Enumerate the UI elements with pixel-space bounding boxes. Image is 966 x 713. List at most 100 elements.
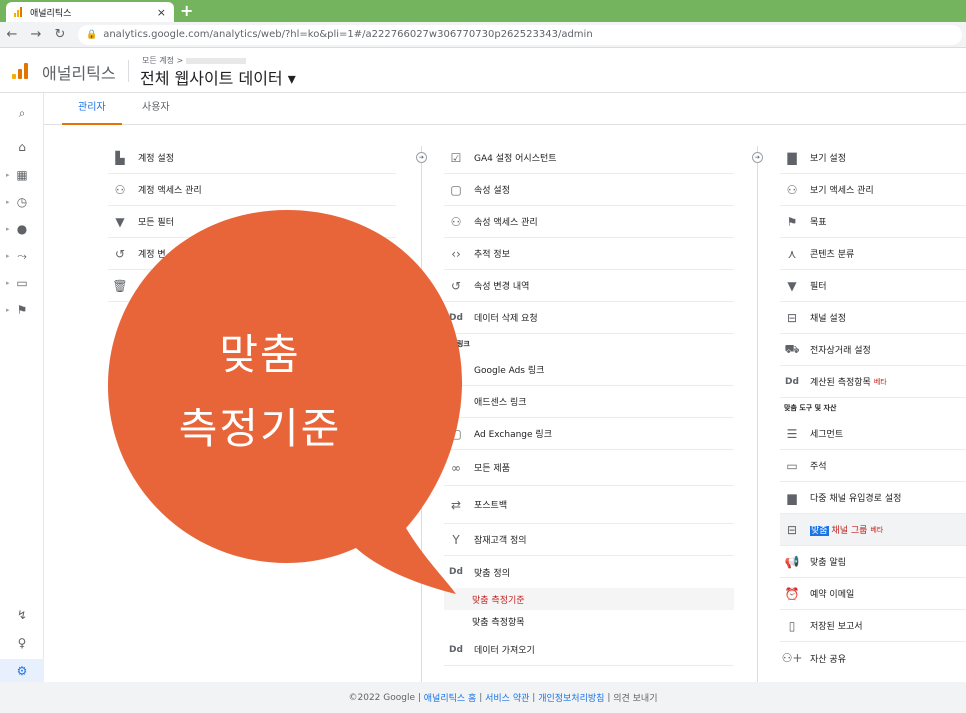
privacy-link[interactable]: 개인정보처리방침 [538, 691, 604, 704]
data-import-item[interactable]: Dd 데이터 가져오기 [444, 634, 734, 666]
share-assets-item[interactable]: ⚇+ 자산 공유 [780, 642, 966, 674]
column-arrow-icon[interactable]: ➔ [416, 152, 427, 163]
building-icon: ▙ [115, 150, 125, 165]
content-grouping-item[interactable]: ⋏ 콘텐츠 분류 [780, 238, 966, 270]
saved-reports-item[interactable]: ▯ 저장된 보고서 [780, 610, 966, 642]
grouping-icon: ⋏ [787, 246, 797, 261]
header-divider [128, 60, 129, 82]
admin-tabs: 관리자 사용자 [44, 93, 966, 125]
adsense-link-item[interactable]: ▤애드센스 링크 [444, 386, 734, 418]
people-icon: ⚇ [114, 182, 126, 197]
address-bar: ← → ↻ 🔒 analytics.google.com/analytics/w… [0, 22, 966, 48]
segments-item[interactable]: ☰ 세그먼트 [780, 418, 966, 450]
view-column: ▇ 보기 설정 ⚇ 보기 액세스 관리 ⚑ 목표 ⋏ 콘텐츠 분류 ▼ 필터 ⊟ 채널 설정… [780, 142, 966, 674]
property-column: ☑ GA4 설정 어시스턴트 ▢ 속성 설정 ⚇ 속성 액세스 관리 ‹› 추적 정보 … [444, 142, 734, 666]
admin-gear-icon[interactable]: ⚙ [0, 659, 44, 683]
conversions-flag-icon[interactable]: ▸ ⚑ [0, 298, 44, 322]
property-selector[interactable]: 전체 웹사이트 데이터 ▾ [140, 65, 296, 89]
custom-metrics-item[interactable]: 맞춤 측정항목 [444, 610, 734, 632]
column-divider: ➔ [752, 146, 763, 682]
all-products-item[interactable]: ∞ 모든 제품 [444, 450, 734, 486]
analytics-home-link[interactable]: 애널리틱스 홈 [424, 691, 477, 704]
property-settings-item[interactable]: ▢ 속성 설정 [444, 174, 734, 206]
browser-tab[interactable]: 애널리틱스 × [6, 2, 174, 22]
ga4-assistant-item[interactable]: ☑ GA4 설정 어시스턴트 [444, 142, 734, 174]
app-name: 애널리틱스 [42, 64, 116, 83]
copyright: ©2022 Google | [348, 692, 421, 703]
dd-icon: Dd [785, 376, 799, 387]
forward-icon[interactable]: → [24, 27, 48, 42]
ecommerce-settings-item[interactable]: ⛟ 전자상거래 설정 [780, 334, 966, 366]
tab-admin[interactable]: 관리자 [62, 93, 122, 125]
dd-icon: Dd [449, 644, 463, 655]
calculated-metrics-item[interactable]: Dd 계산된 측정항목 베타 [780, 366, 966, 398]
audience-person-icon[interactable]: ▸ ● [0, 217, 44, 241]
mcf-settings-item[interactable]: ▆ 다중 채널 유입경로 설정 [780, 482, 966, 514]
google-ads-link-item[interactable]: ▤Google Ads 링크 [444, 354, 734, 386]
custom-dimensions-item[interactable]: 맞춤 측정기준 [444, 588, 734, 610]
annotations-item[interactable]: ▭ 주석 [780, 450, 966, 482]
overlay-line2: 측정기준 [178, 404, 342, 453]
feedback-link[interactable]: 의견 보내기 [613, 691, 657, 704]
analytics-favicon-icon [14, 7, 24, 17]
realtime-icon[interactable]: ▸ ◷ [0, 190, 44, 214]
filters-item[interactable]: ▼ 필터 [780, 270, 966, 302]
blurred-account-name [186, 57, 247, 64]
tab-users[interactable]: 사용자 [126, 93, 186, 125]
postback-item[interactable]: ⇄ 포스트백 [444, 486, 734, 524]
app-header: 애널리틱스 모든 계정 > 전체 웹사이트 데이터 ▾ [0, 48, 966, 93]
report-icon: ▯ [788, 618, 796, 633]
footer: ©2022 Google | 애널리틱스 홈 | 서비스 약관 | 개인정보처리… [0, 682, 966, 713]
people-icon: ⚇ [786, 182, 798, 197]
home-icon[interactable]: ⌂ [0, 135, 44, 159]
url-input[interactable]: 🔒 analytics.google.com/analytics/web/?hl… [78, 24, 962, 45]
attribution-icon[interactable]: ↯ [0, 603, 44, 627]
custom-definitions-item[interactable]: Dd 맞춤 정의 [444, 556, 734, 588]
property-access-item[interactable]: ⚇ 속성 액세스 관리 [444, 206, 734, 238]
filter-icon: ▼ [787, 278, 797, 293]
product-linking-label: 품 링크 [448, 340, 470, 348]
behavior-icon[interactable]: ▸ ▭ [0, 271, 44, 295]
beta-badge: 베타 [873, 377, 887, 386]
audience-definitions-item[interactable]: Y 잠재고객 정의 [444, 524, 734, 556]
customization-icon[interactable]: ▸ ▦ [0, 163, 44, 187]
account-settings-item[interactable]: ▙ 계정 설정 [108, 142, 396, 174]
clock-icon: ⏰ [784, 586, 800, 601]
account-access-item[interactable]: ⚇ 계정 액세스 관리 [108, 174, 396, 206]
scheduled-emails-item[interactable]: ⏰ 예약 이메일 [780, 578, 966, 610]
tracking-info-item[interactable]: ‹› 추적 정보 [444, 238, 734, 270]
lock-icon: 🔒 [86, 29, 98, 40]
data-deletion-item[interactable]: Dd 데이터 삭제 요청 [444, 302, 734, 334]
left-nav-rail: ⌕ ⌂ ▸▦ ▸◷ ▸● ▸⤳ ▸▭ ▸⚑ ↯ ♀ ⚙ › [0, 93, 44, 713]
adx-link-item[interactable]: ▢ Ad Exchange 링크 [444, 418, 734, 450]
view-access-item[interactable]: ⚇ 보기 액세스 관리 [780, 174, 966, 206]
chart-icon: ▆ [787, 490, 797, 505]
person-add-icon: ⚇+ [781, 651, 803, 665]
channel-icon: ⊟ [786, 522, 798, 537]
flag-icon: ⚑ [786, 214, 798, 229]
beta-badge: 베타 [870, 525, 884, 534]
search-icon[interactable]: ⌕ [0, 101, 44, 125]
channel-icon: ⊟ [786, 310, 798, 325]
column-arrow-icon[interactable]: ➔ [752, 152, 763, 163]
channel-settings-item[interactable]: ⊟ 채널 설정 [780, 302, 966, 334]
terms-link[interactable]: 서비스 약관 [485, 691, 529, 704]
window-icon: ▢ [450, 182, 462, 197]
analytics-logo-icon[interactable] [12, 63, 30, 79]
discover-bulb-icon[interactable]: ♀ [0, 631, 44, 655]
cart-icon: ⛟ [784, 341, 800, 356]
acquisition-icon[interactable]: ▸ ⤳ [0, 244, 44, 268]
reload-icon[interactable]: ↻ [48, 27, 72, 42]
back-icon[interactable]: ← [0, 27, 24, 42]
new-tab-button[interactable]: + [180, 1, 193, 20]
property-history-item[interactable]: ↺ 속성 변경 내역 [444, 270, 734, 302]
tab-close-icon[interactable]: × [157, 6, 166, 19]
doc-icon: ▇ [787, 150, 797, 165]
view-settings-item[interactable]: ▇ 보기 설정 [780, 142, 966, 174]
browser-tabbar: 애널리틱스 × + [0, 0, 966, 22]
custom-alerts-item[interactable]: 📢 맞춤 알림 [780, 546, 966, 578]
check-icon: ☑ [450, 150, 462, 165]
custom-channel-grouping-item[interactable]: ⊟ 맞춤 채널 그룹 베타 [780, 514, 966, 546]
goals-item[interactable]: ⚑ 목표 [780, 206, 966, 238]
segment-icon: ☰ [786, 426, 798, 441]
